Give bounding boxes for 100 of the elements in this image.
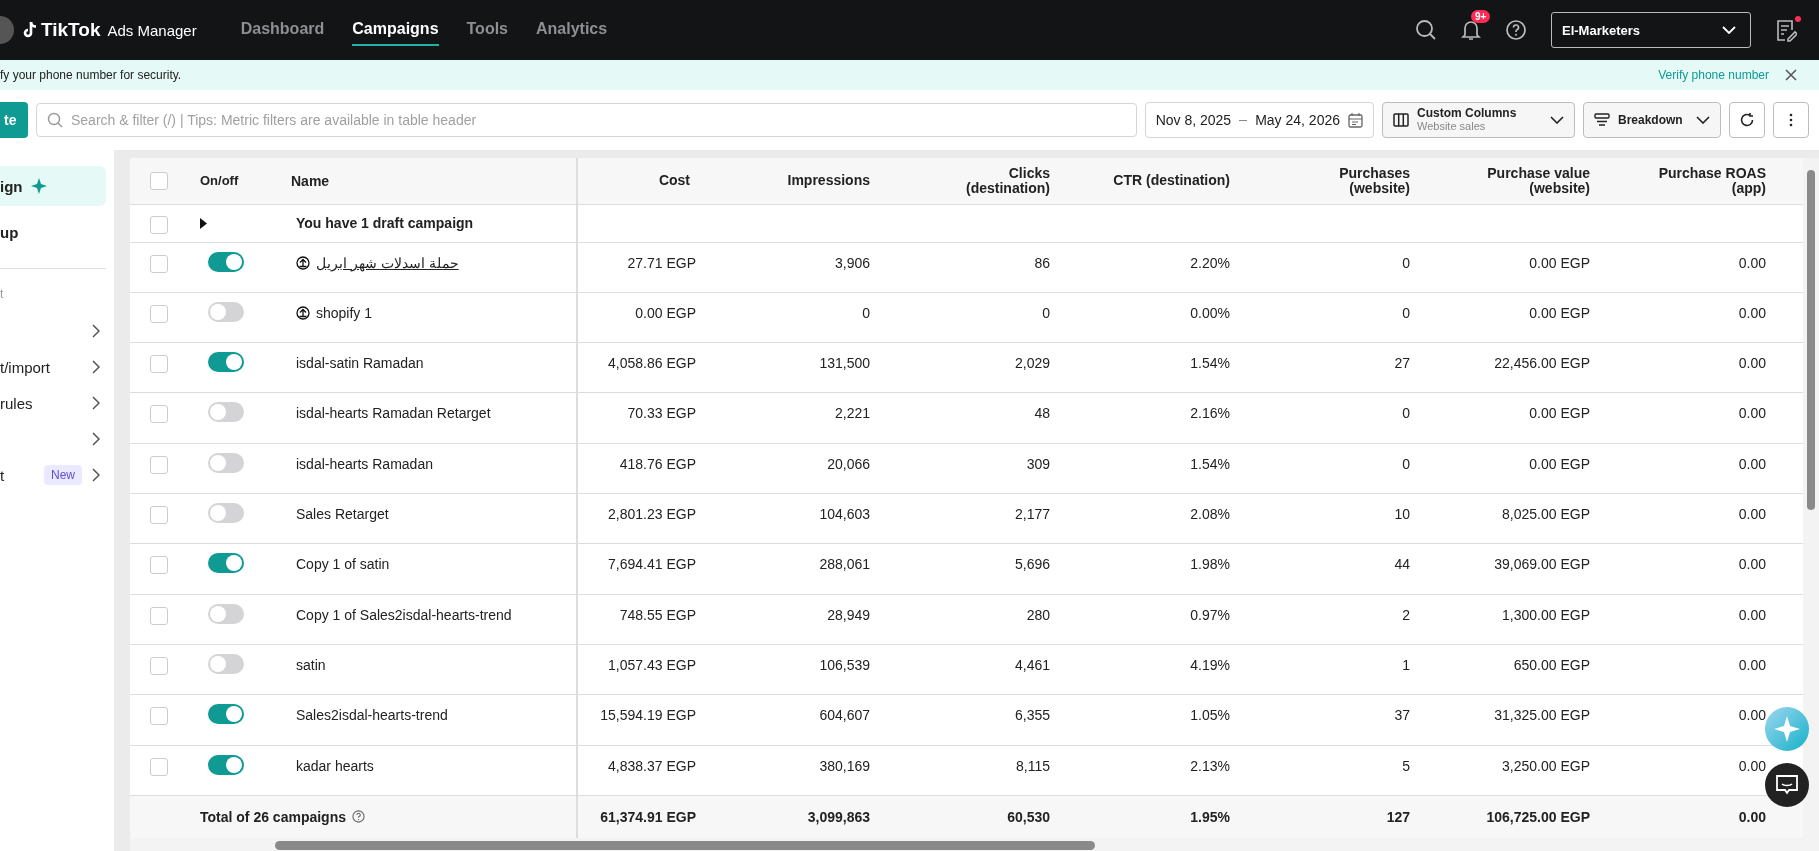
- row-checkbox[interactable]: [150, 304, 168, 323]
- column-header[interactable]: Name: [291, 158, 578, 204]
- refresh-button[interactable]: [1729, 102, 1765, 138]
- table-cell-text: 0.00 EGP: [1528, 404, 1591, 424]
- caret-right-icon[interactable]: [200, 217, 207, 229]
- total-cell-text: 106,725.00 EGP: [1485, 807, 1591, 827]
- chevron-right-icon[interactable]: [92, 324, 100, 338]
- nav-tab[interactable]: Analytics: [536, 14, 608, 46]
- sidebar-item[interactable]: ign: [0, 166, 106, 206]
- notice-text: fy your phone number for security.: [0, 68, 182, 82]
- column-header[interactable]: Purchase value (website): [1438, 158, 1618, 204]
- campaign-name[interactable]: Sales2isdal-hearts-trend: [296, 707, 448, 724]
- column-header[interactable]: Purchase ROAS (app): [1618, 158, 1768, 204]
- row-checkbox[interactable]: [150, 657, 168, 675]
- campaign-name[interactable]: Copy 1 of Sales2isdal-hearts-trend: [296, 606, 512, 623]
- nav-tab[interactable]: Campaigns: [352, 14, 439, 46]
- column-header[interactable]: Purchases (website): [1258, 158, 1438, 204]
- toggle-switch[interactable]: [208, 754, 244, 775]
- calendar-icon: [1348, 112, 1363, 128]
- nav-tab[interactable]: Tools: [466, 14, 508, 46]
- campaign-name[interactable]: isdal-hearts Ramadan Retarget: [296, 405, 491, 422]
- search-icon[interactable]: [1415, 19, 1437, 41]
- breakdown-select[interactable]: Breakdown: [1583, 102, 1721, 138]
- campaign-name[interactable]: satin: [296, 657, 326, 673]
- table-cell-text: 2.16%: [1189, 404, 1231, 424]
- row-checkbox[interactable]: [150, 355, 168, 374]
- help-icon[interactable]: [1505, 19, 1527, 41]
- toggle-switch[interactable]: [208, 402, 244, 423]
- toggle-switch[interactable]: [208, 352, 244, 373]
- toggle-switch[interactable]: [208, 503, 244, 524]
- help-icon[interactable]: [352, 810, 365, 824]
- table-cell-text: 8,115: [1015, 756, 1051, 776]
- table-cell-text: 37: [1393, 706, 1411, 726]
- sidebar-link[interactable]: t: [0, 466, 5, 484]
- toggle-switch[interactable]: [208, 452, 244, 473]
- chat-icon: [1775, 774, 1799, 796]
- search-field[interactable]: Search & filter (/) | Tips: Metric filters are available in table header: [36, 103, 1137, 137]
- toggle-switch[interactable]: [208, 553, 244, 574]
- campaign-name[interactable]: shopify 1: [296, 304, 373, 321]
- custom-columns-select[interactable]: Custom Columns Website sales: [1382, 102, 1575, 138]
- column-header[interactable]: On/off: [188, 158, 291, 204]
- notepad-icon[interactable]: [1775, 18, 1797, 42]
- row-checkbox[interactable]: [150, 556, 168, 575]
- table-cell-text: 0: [1041, 303, 1051, 323]
- column-header[interactable]: Clicks (destination): [898, 158, 1078, 204]
- table-cell-text: 27: [1393, 354, 1411, 374]
- campaign-name[interactable]: kadar hearts: [296, 757, 374, 774]
- row-checkbox[interactable]: [150, 506, 168, 525]
- column-header[interactable]: CTR (destination): [1078, 158, 1258, 204]
- toggle-switch[interactable]: [208, 251, 244, 272]
- bell-icon[interactable]: [1461, 19, 1481, 41]
- row-checkbox[interactable]: [150, 606, 168, 625]
- nav-tab[interactable]: Dashboard: [240, 14, 325, 46]
- row-checkbox[interactable]: [150, 757, 168, 776]
- toggle-switch[interactable]: [208, 603, 244, 624]
- table-cell-text: 0.00 EGP: [1528, 303, 1591, 323]
- row-checkbox[interactable]: [150, 707, 168, 726]
- campaign-name[interactable]: Sales Retarget: [296, 506, 389, 523]
- table-cell-text: 4.19%: [1189, 656, 1231, 675]
- campaign-name[interactable]: Copy 1 of satin: [296, 556, 390, 573]
- refresh-icon: [1739, 112, 1755, 128]
- chevron-right-icon[interactable]: [92, 396, 100, 410]
- campaign-name[interactable]: حملة اسدلات شهر ابريل: [296, 254, 459, 271]
- date-range-picker[interactable]: Nov 8, 2025 May 24, 2026: [1144, 102, 1374, 138]
- more-button[interactable]: [1773, 102, 1809, 138]
- campaign-name[interactable]: isdal-satin Ramadan: [296, 355, 424, 372]
- total-cell-text: 0.00: [1737, 807, 1767, 827]
- table-cell-text: 0: [1401, 404, 1411, 424]
- toggle-switch[interactable]: [208, 654, 244, 674]
- table-cell-text: 0.00: [1737, 253, 1767, 273]
- sidebar-item[interactable]: up: [0, 212, 106, 252]
- row-checkbox[interactable]: [150, 455, 168, 474]
- chevron-right-icon[interactable]: [92, 468, 100, 482]
- column-header[interactable]: Impressions: [718, 158, 898, 204]
- row-checkbox[interactable]: [150, 405, 168, 424]
- sidebar-link[interactable]: t/import: [0, 358, 50, 376]
- table-cell-text: 0.00: [1737, 605, 1767, 625]
- table-cell-text: 0.00 EGP: [634, 303, 697, 323]
- table-cell-text: 2,177: [1013, 505, 1051, 525]
- campaign-name[interactable]: isdal-hearts Ramadan: [296, 455, 433, 472]
- table-cell-text: 0.00: [1737, 505, 1767, 525]
- row-checkbox[interactable]: [150, 254, 168, 273]
- close-icon[interactable]: [1785, 69, 1797, 81]
- row-checkbox[interactable]: [150, 215, 168, 234]
- sidebar-link[interactable]: rules: [0, 394, 33, 412]
- avatar[interactable]: [0, 16, 14, 44]
- table-cell-text: 1.54%: [1189, 454, 1231, 474]
- table-cell-text: 7,694.41 EGP: [607, 555, 697, 575]
- toggle-switch[interactable]: [208, 704, 244, 725]
- sparkle-icon: [1774, 716, 1800, 742]
- table-cell-text: 28,949: [826, 605, 871, 625]
- vertical-scrollbar[interactable]: [1803, 158, 1819, 851]
- draft-notice[interactable]: You have 1 draft campaign: [291, 204, 578, 242]
- column-header[interactable]: Cost: [578, 158, 718, 204]
- chevron-right-icon[interactable]: [92, 432, 100, 446]
- toggle-switch[interactable]: [208, 301, 244, 322]
- select-all-checkbox[interactable]: [150, 171, 168, 190]
- account-select[interactable]: El-Marketers: [1551, 12, 1751, 48]
- table-cell-text: 309: [1025, 454, 1051, 474]
- chevron-right-icon[interactable]: [92, 360, 100, 374]
